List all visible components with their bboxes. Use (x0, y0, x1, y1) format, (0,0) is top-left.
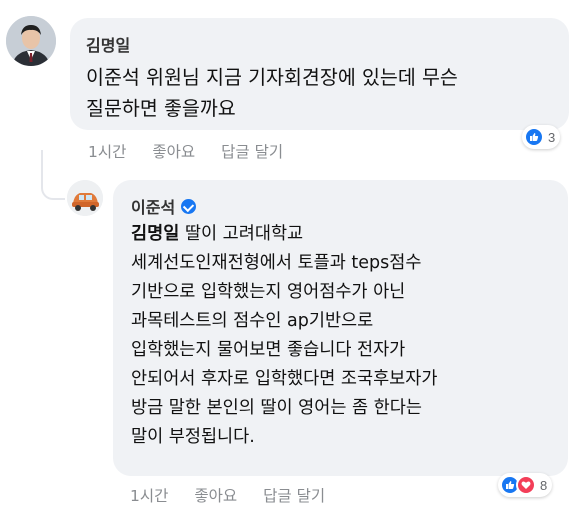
like-icon (524, 127, 544, 147)
comment-bubble: 김명일 이준석 위원님 지금 기자회견장에 있는데 무슨 질문하면 좋을까요 (70, 18, 569, 130)
comment-line: 과목테스트의 점수인 ap기반으로 (131, 311, 374, 331)
verified-badge-icon (181, 198, 197, 214)
comment-text: 김명일 딸이 고려대학교 세계선도인재전형에서 토플과 teps점수 기반으로 … (131, 220, 550, 452)
reaction-count: 3 (548, 129, 556, 145)
reaction-summary[interactable]: 3 (522, 125, 561, 149)
love-icon (516, 475, 536, 495)
comment-line: 기반으로 입학했는지 영어점수가 아닌 (131, 282, 406, 302)
comment-line: 말이 부정됩니다. (131, 427, 255, 447)
like-button[interactable]: 좋아요 (194, 484, 237, 506)
reply-button[interactable]: 답글 달기 (263, 484, 325, 506)
comment-author[interactable]: 이준석 (131, 194, 550, 218)
reply-thread-line (41, 150, 65, 200)
comment-line: 이준석 위원님 지금 기자회견장에 있는데 무슨 (86, 66, 458, 89)
mention-link[interactable]: 김명일 (131, 224, 179, 244)
like-button[interactable]: 좋아요 (152, 140, 195, 162)
avatar-kim[interactable] (6, 16, 56, 66)
comment-line: 안되어서 후자로 입학했다면 조국후보자가 (131, 369, 438, 389)
timestamp-link[interactable]: 1시간 (88, 140, 126, 162)
avatar-lee[interactable] (67, 180, 103, 216)
comment-line: 입학했는지 물어보면 좋습니다 전자가 (131, 340, 406, 360)
reaction-count: 8 (540, 477, 548, 493)
comment-line: 세계선도인재전형에서 토플과 teps점수 (131, 253, 422, 273)
comment-text: 이준석 위원님 지금 기자회견장에 있는데 무슨 질문하면 좋을까요 (86, 62, 553, 124)
reply-bubble: 이준석 김명일 딸이 고려대학교 세계선도인재전형에서 토플과 teps점수 기… (113, 180, 568, 476)
reaction-summary[interactable]: 8 (498, 473, 553, 497)
comment-author[interactable]: 김명일 (86, 32, 553, 56)
comment-line: 김명일 딸이 고려대학교 (131, 224, 304, 244)
comment-actions: 1시간 좋아요 답글 달기 (88, 140, 283, 162)
comment-actions: 1시간 좋아요 답글 달기 (130, 484, 325, 506)
comment-line: 질문하면 좋을까요 (86, 97, 236, 120)
timestamp-link[interactable]: 1시간 (130, 484, 168, 506)
comment-line: 방금 말한 본인의 딸이 영어는 좀 한다는 (131, 398, 422, 418)
reply-button[interactable]: 답글 달기 (221, 140, 283, 162)
